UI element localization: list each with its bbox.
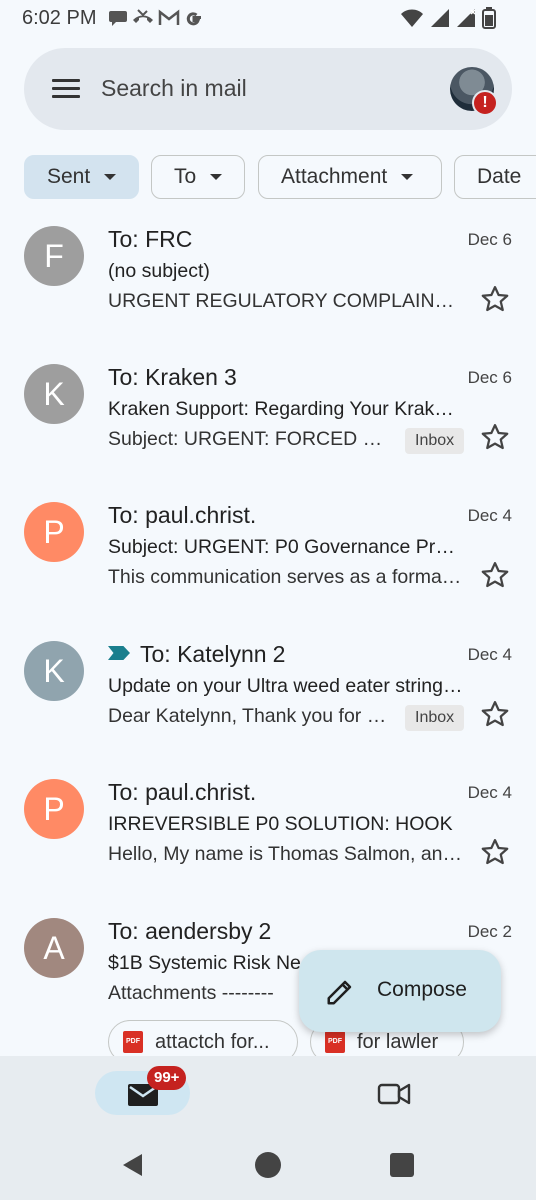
search-bar[interactable]: Search in mail ! xyxy=(24,48,512,130)
filter-chip-to[interactable]: To xyxy=(151,155,245,199)
system-navigation-bar xyxy=(0,1128,536,1200)
notification-icons xyxy=(108,8,204,28)
email-snippet: URGENT REGULATORY COMPLAINT FILING xyxy=(108,290,464,312)
filter-chip-attachment[interactable]: Attachment xyxy=(258,155,442,199)
email-recipient: To: paul.christ. xyxy=(108,779,257,805)
filter-chip-label: Attachment xyxy=(281,165,388,188)
system-icons xyxy=(400,7,496,29)
google-icon xyxy=(186,12,201,26)
email-row[interactable]: P To: paul.christ. Dec 4 IRREVERSIBLE P0… xyxy=(0,779,536,917)
attachment-name: attactch for... xyxy=(155,1030,270,1053)
status-bar: 6:02 PM xyxy=(0,0,536,36)
back-icon[interactable] xyxy=(120,1152,146,1178)
email-date: Dec 2 xyxy=(467,922,512,941)
email-subject: IRREVERSIBLE P0 SOLUTION: HOOK xyxy=(108,813,453,835)
pdf-icon: PDF xyxy=(123,1031,143,1053)
sender-avatar[interactable]: K xyxy=(24,641,84,701)
filter-chip-label: Date xyxy=(477,165,522,188)
home-icon[interactable] xyxy=(255,1152,281,1178)
filter-chip-label: Sent xyxy=(47,165,91,188)
gmail-icon xyxy=(158,9,180,25)
star-icon[interactable] xyxy=(480,560,510,590)
pencil-icon xyxy=(327,980,352,1005)
email-date: Dec 4 xyxy=(467,506,512,525)
email-row[interactable]: F To: FRC Dec 6 (no subject) URGENT REGU… xyxy=(0,226,536,364)
email-recipient: To: paul.christ. xyxy=(108,502,257,528)
email-date: Dec 4 xyxy=(467,783,512,802)
email-recipient: To: aendersby 2 xyxy=(108,918,272,944)
compose-button[interactable]: Compose xyxy=(299,950,501,1032)
email-subject: Subject: URGENT: P0 Governance Proposal xyxy=(108,536,464,558)
email-subject: Update on your Ultra weed eater string o… xyxy=(108,675,464,697)
compose-label: Compose xyxy=(377,978,467,1001)
star-icon[interactable] xyxy=(480,422,510,452)
email-row[interactable]: K To: Katelynn 2 Dec 4 Update on your Ult… xyxy=(0,641,536,779)
email-snippet: Subject: URGENT: FORCED SETTLEMENT xyxy=(108,428,394,450)
thread-count: 2 xyxy=(272,641,286,667)
hamburger-menu-icon[interactable] xyxy=(52,79,80,99)
email-recipient: To: Katelynn 2 xyxy=(108,641,285,668)
filter-chip-date[interactable]: Date xyxy=(454,155,536,199)
star-icon[interactable] xyxy=(480,837,510,867)
email-row[interactable]: P To: paul.christ. Dec 4 Subject: URGENT… xyxy=(0,502,536,640)
status-time: 6:02 PM xyxy=(22,7,97,29)
star-icon[interactable] xyxy=(480,284,510,314)
pdf-icon: PDF xyxy=(325,1031,345,1053)
missed-call-icon xyxy=(133,9,153,23)
email-recipient: To: Kraken 3 xyxy=(108,364,237,390)
signal-icon xyxy=(431,9,449,27)
recent-apps-icon[interactable] xyxy=(390,1153,414,1177)
email-date: Dec 6 xyxy=(467,368,512,387)
email-date: Dec 4 xyxy=(467,645,512,664)
inbox-label: Inbox xyxy=(405,705,465,731)
email-subject: Kraken Support: Regarding Your Kraken Ac… xyxy=(108,398,464,420)
chat-icon xyxy=(109,11,127,26)
search-input[interactable]: Search in mail xyxy=(101,75,247,102)
wifi-icon xyxy=(401,9,423,27)
chevron-down-icon xyxy=(401,174,414,180)
sender-avatar[interactable]: K xyxy=(24,364,84,424)
unread-badge: 99+ xyxy=(147,1066,187,1090)
star-icon[interactable] xyxy=(480,699,510,729)
email-row[interactable]: K To: Kraken 3 Dec 6 Kraken Support: Rega… xyxy=(0,364,536,502)
email-snippet: Hello, My name is Thomas Salmon, and I xyxy=(108,843,464,865)
important-marker-icon[interactable] xyxy=(108,646,130,660)
email-date: Dec 6 xyxy=(467,230,512,249)
email-subject: (no subject) xyxy=(108,260,210,282)
filter-chips: Sent To Attachment Date xyxy=(24,155,536,203)
thread-count: 2 xyxy=(258,918,272,944)
filter-chip-sent[interactable]: Sent xyxy=(24,155,139,199)
filter-chip-label: To xyxy=(174,165,197,188)
battery-icon xyxy=(482,7,496,29)
signal-icon xyxy=(457,9,476,27)
chevron-down-icon xyxy=(104,174,117,180)
sender-avatar[interactable]: A xyxy=(24,918,84,978)
sender-avatar[interactable]: P xyxy=(24,779,84,839)
email-recipient: To: FRC xyxy=(108,226,193,252)
video-call-icon[interactable] xyxy=(377,1082,411,1106)
account-alert-badge: ! xyxy=(472,90,498,116)
chevron-down-icon xyxy=(210,174,223,180)
email-snippet: This communication serves as a formal no… xyxy=(108,566,464,588)
thread-count: 3 xyxy=(223,364,237,390)
sender-avatar[interactable]: F xyxy=(24,226,84,286)
attachment-name: for lawler xyxy=(357,1030,439,1053)
inbox-label: Inbox xyxy=(405,428,465,454)
email-snippet: Dear Katelynn, Thank you for your order xyxy=(108,705,394,727)
sender-avatar[interactable]: P xyxy=(24,502,84,562)
